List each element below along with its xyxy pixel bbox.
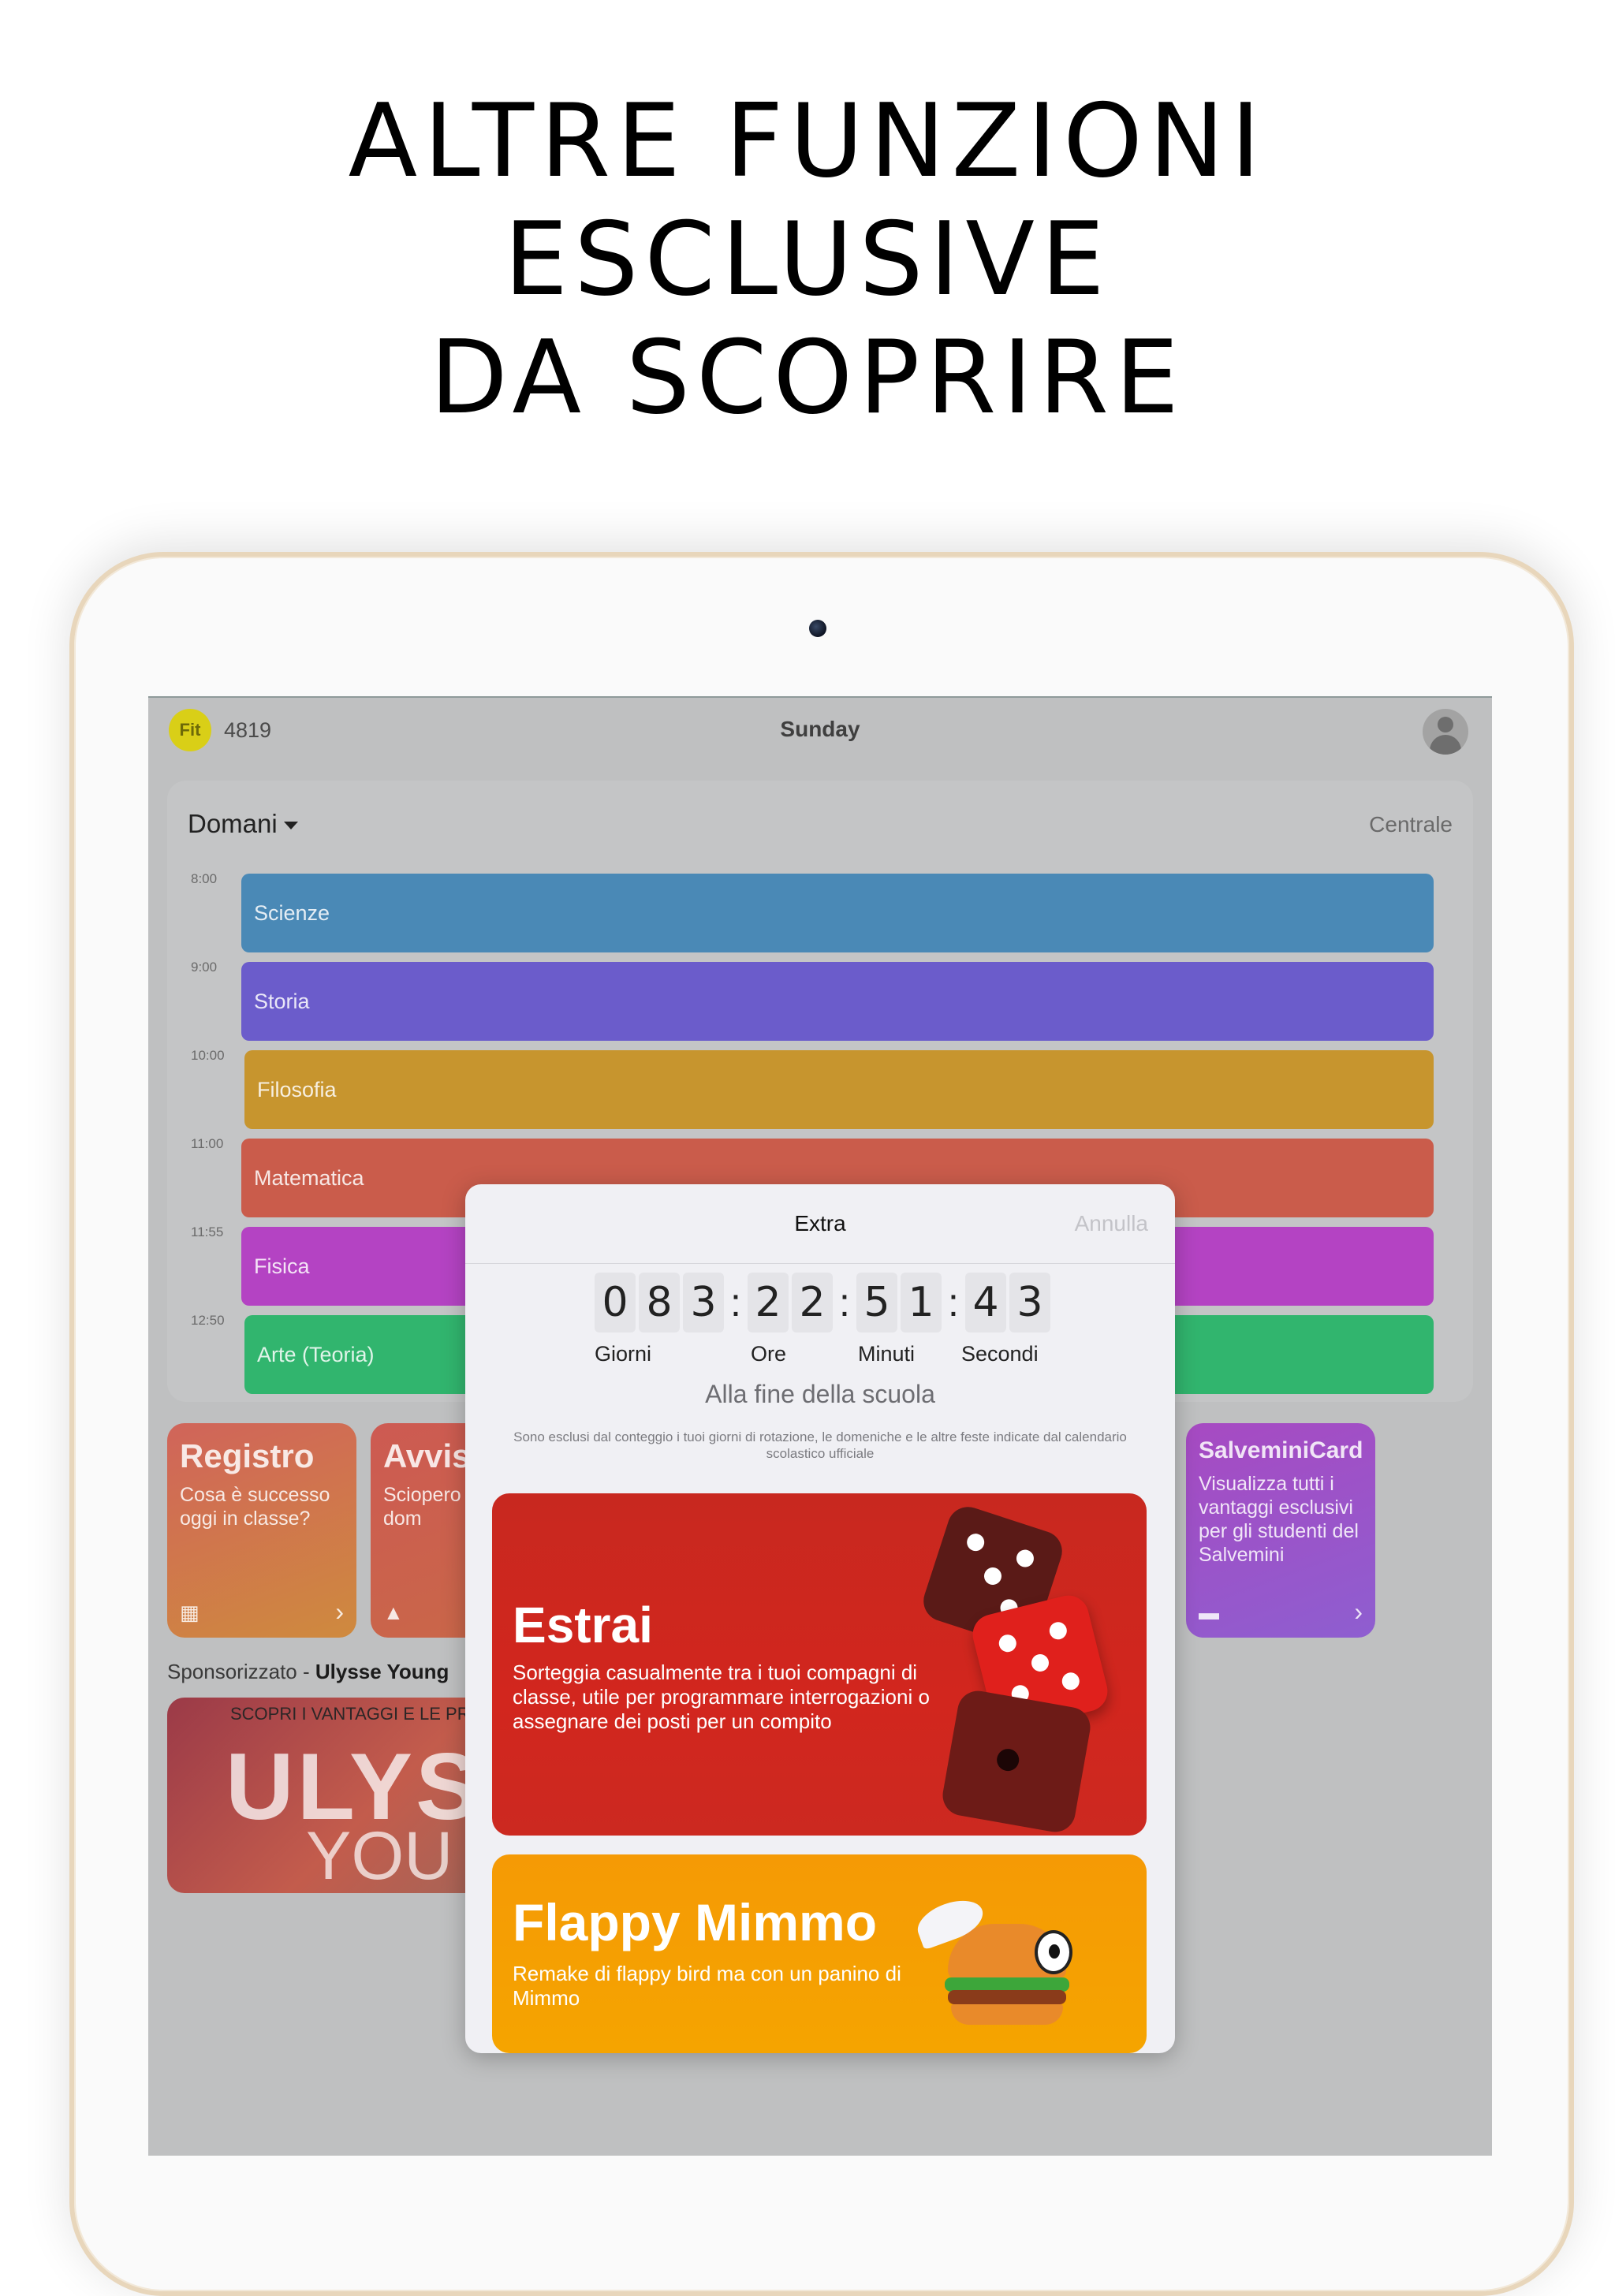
tile-registro[interactable]: Registro Cosa è successo oggi in classe?… <box>167 1423 356 1638</box>
extra-modal: Extra Annulla 0 8 3 : 2 2 : 5 1 : 4 3 Gi… <box>465 1184 1175 2053</box>
countdown-label-days: Giorni <box>595 1342 652 1366</box>
lesson-subject: Storia <box>254 989 310 1013</box>
lesson-row[interactable]: Scienze <box>241 874 1434 952</box>
card-description: Remake di flappy bird ma con un panino d… <box>513 1962 901 2010</box>
tile-title: SalveminiCard <box>1199 1437 1363 1463</box>
lesson-subject: Arte (Teoria) <box>257 1342 375 1366</box>
countdown-digit: 2 <box>792 1273 833 1332</box>
flappy-mimmo-card[interactable]: Flappy Mimmo Remake di flappy bird ma co… <box>492 1854 1147 2053</box>
card-description: Sorteggia casualmente tra i tuoi compagn… <box>513 1660 930 1733</box>
countdown: 0 8 3 : 2 2 : 5 1 : 4 3 <box>595 1273 1054 1332</box>
banner-sub: YOU <box>306 1818 453 1893</box>
cancel-button[interactable]: Annulla <box>1075 1211 1148 1236</box>
headline-line-1: ALTRE FUNZIONI <box>348 83 1267 200</box>
headline: ALTRE FUNZIONI ESCLUSIVE DA SCOPRIRE <box>0 83 1615 438</box>
top-bar: Fit 4819 Sunday <box>148 698 1492 767</box>
lesson-row[interactable]: Storia <box>241 962 1434 1041</box>
lesson-time: 8:00 <box>191 871 218 886</box>
tile-description: Cosa è successo oggi in classe? <box>180 1484 330 1530</box>
headline-line-2: ESCLUSIVE <box>504 201 1111 319</box>
countdown-label-hours: Ore <box>751 1342 787 1366</box>
burger-bird-icon <box>912 1892 1074 2030</box>
sponsor-label: Sponsorizzato - Ulysse Young <box>167 1660 449 1684</box>
countdown-label-minutes: Minuti <box>858 1342 916 1366</box>
countdown-separator: : <box>839 1280 850 1325</box>
dice-icon <box>918 1501 1123 1836</box>
countdown-note: Sono esclusi dal conteggio i tuoi giorni… <box>513 1429 1127 1461</box>
lesson-time: 11:55 <box>191 1224 224 1239</box>
profile-avatar-icon[interactable] <box>1423 709 1468 755</box>
tile-salveminicard[interactable]: SalveminiCard Visualizza tutti i vantagg… <box>1186 1423 1375 1638</box>
estrai-card[interactable]: Estrai Sorteggia casualmente tra i tuoi … <box>492 1493 1147 1836</box>
schedule-day-selector[interactable]: Domani <box>188 809 298 839</box>
countdown-digit: 1 <box>901 1273 942 1332</box>
lesson-time: 11:00 <box>191 1136 224 1151</box>
modal-title: Extra <box>794 1211 846 1236</box>
lesson-subject: Fisica <box>254 1254 310 1278</box>
lesson-subject: Filosofia <box>257 1077 337 1101</box>
countdown-digit: 3 <box>1009 1273 1050 1332</box>
countdown-separator: : <box>730 1280 741 1325</box>
countdown-digit: 4 <box>965 1273 1006 1332</box>
card-title: Estrai <box>513 1597 653 1653</box>
lesson-row[interactable]: Filosofia <box>244 1050 1434 1129</box>
countdown-digit: 0 <box>595 1273 636 1332</box>
lesson-time: 12:50 <box>191 1313 225 1328</box>
chevron-right-icon: › <box>1354 1597 1363 1626</box>
card-icon: ▬ <box>1199 1601 1219 1624</box>
countdown-digit: 3 <box>683 1273 724 1332</box>
countdown-label-seconds: Secondi <box>961 1342 1039 1366</box>
sponsor-prefix: Sponsorizzato - <box>167 1660 310 1683</box>
caret-down-icon <box>283 822 298 830</box>
chevron-right-icon: › <box>335 1597 344 1626</box>
calendar-icon: ▦ <box>180 1601 200 1624</box>
warning-icon: ▲ <box>383 1601 404 1624</box>
countdown-separator: : <box>948 1280 959 1325</box>
lesson-time: 10:00 <box>191 1048 225 1063</box>
countdown-digit: 2 <box>748 1273 789 1332</box>
banner-tagline: SCOPRI I VANTAGGI E LE PR <box>230 1704 470 1724</box>
sponsor-name: Ulysse Young <box>315 1660 449 1683</box>
lesson-subject: Scienze <box>254 900 330 925</box>
countdown-digit: 5 <box>856 1273 897 1332</box>
sponsor-banner[interactable]: SCOPRI I VANTAGGI E LE PR ULYS YOU <box>167 1698 498 1893</box>
tile-description: Visualizza tutti i vantaggi esclusivi pe… <box>1199 1473 1359 1566</box>
card-title: Flappy Mimmo <box>513 1893 878 1951</box>
day-title: Sunday <box>780 717 860 741</box>
headline-line-3: DA SCOPRIRE <box>430 319 1185 437</box>
schedule-branch: Centrale <box>1369 812 1453 837</box>
camera-icon <box>809 620 826 637</box>
modal-header: Extra Annulla <box>465 1184 1175 1264</box>
countdown-caption: Alla fine della scuola <box>705 1380 935 1408</box>
countdown-digit: 8 <box>639 1273 680 1332</box>
tile-title: Registro <box>180 1437 315 1474</box>
lesson-time: 9:00 <box>191 960 218 975</box>
lesson-subject: Matematica <box>254 1165 364 1190</box>
schedule-day-label: Domani <box>188 809 278 838</box>
